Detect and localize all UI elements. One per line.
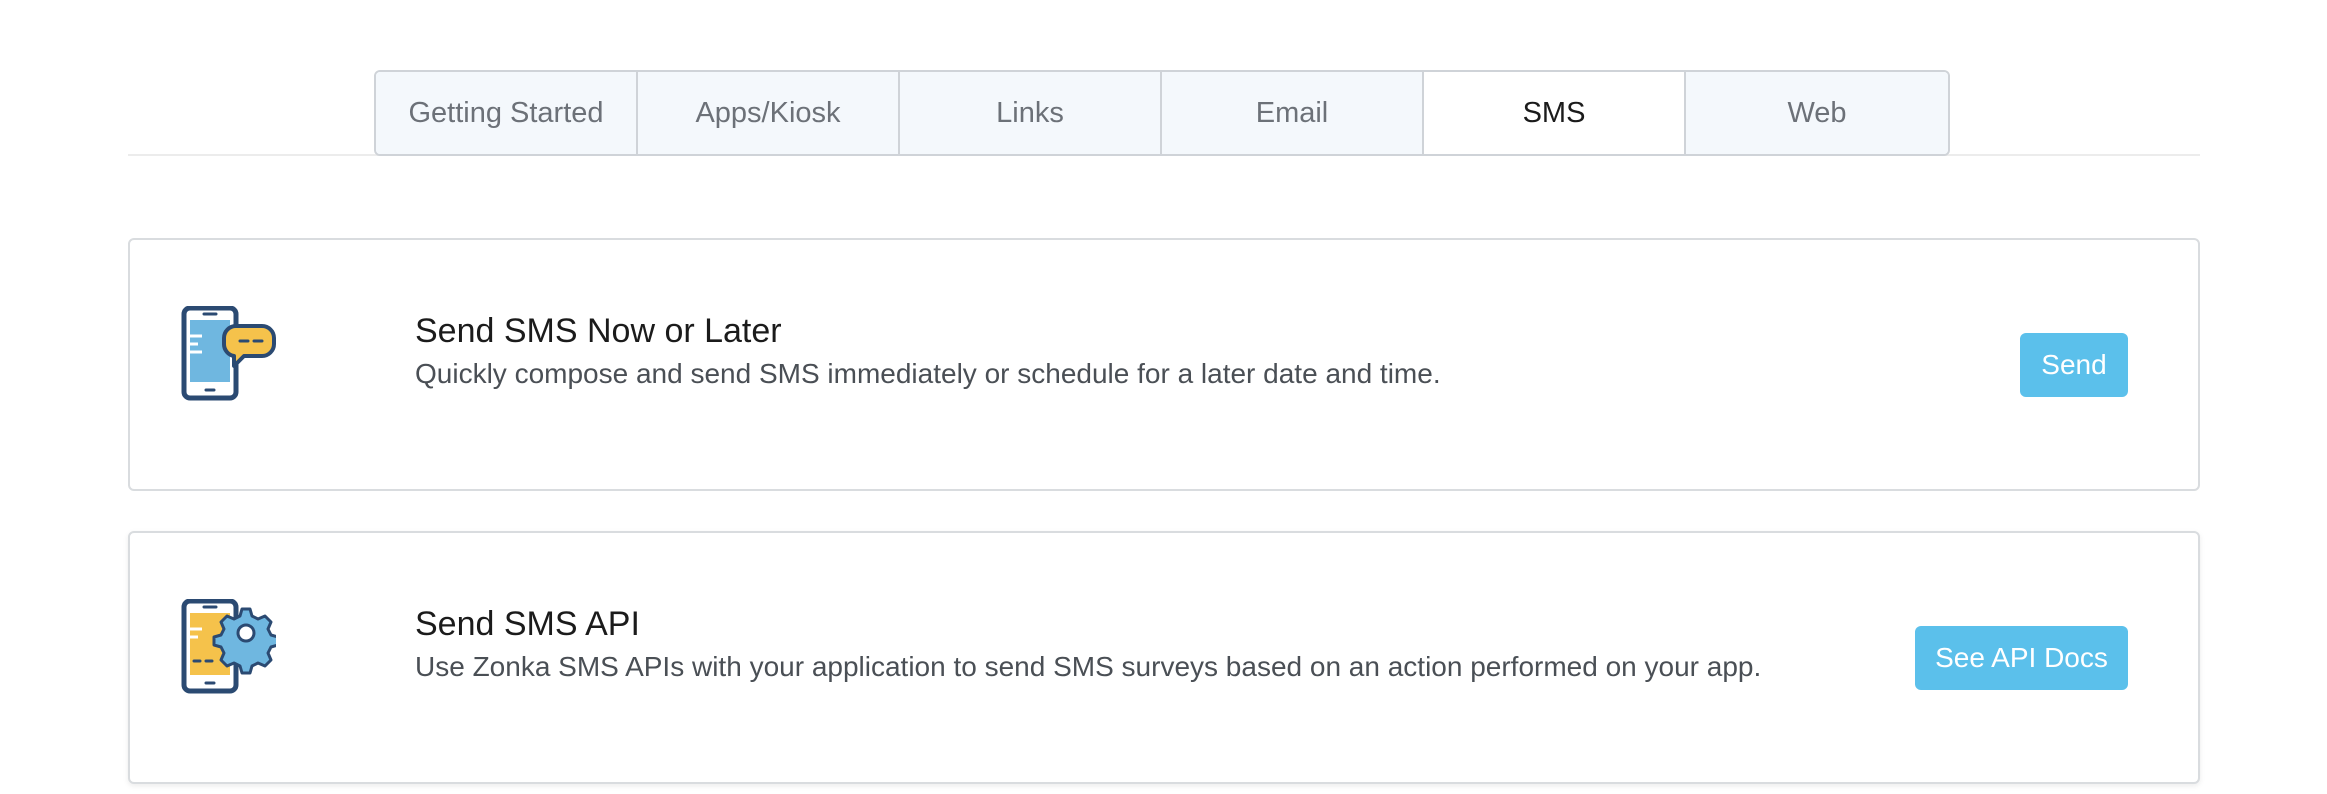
tab-sms[interactable]: SMS xyxy=(1424,72,1686,154)
tab-links[interactable]: Links xyxy=(900,72,1162,154)
card-description: Use Zonka SMS APIs with your application… xyxy=(415,651,1762,682)
page: Getting Started Apps/Kiosk Links Email S… xyxy=(0,0,2327,794)
card-description: Quickly compose and send SMS immediately… xyxy=(415,358,1441,389)
phone-gear-icon xyxy=(180,598,280,695)
phone-chat-icon xyxy=(180,305,276,402)
tab-email[interactable]: Email xyxy=(1162,72,1424,154)
card-title: Send SMS API xyxy=(415,605,640,643)
tab-getting-started[interactable]: Getting Started xyxy=(376,72,638,154)
tab-bar: Getting Started Apps/Kiosk Links Email S… xyxy=(128,70,2200,156)
send-sms-card: Send SMS Now or Later Quickly compose an… xyxy=(128,238,2200,491)
send-sms-api-card: Send SMS API Use Zonka SMS APIs with you… xyxy=(128,531,2200,784)
tab-web[interactable]: Web xyxy=(1686,72,1948,154)
see-api-docs-button[interactable]: See API Docs xyxy=(1915,626,2128,690)
tabs: Getting Started Apps/Kiosk Links Email S… xyxy=(374,70,1950,156)
send-button[interactable]: Send xyxy=(2020,333,2128,397)
tab-apps-kiosk[interactable]: Apps/Kiosk xyxy=(638,72,900,154)
card-title: Send SMS Now or Later xyxy=(415,312,782,350)
